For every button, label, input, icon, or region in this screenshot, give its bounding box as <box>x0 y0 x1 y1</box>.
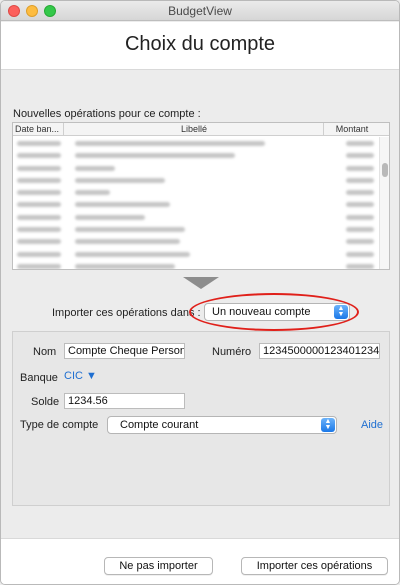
redacted-date <box>17 251 61 257</box>
redacted-label <box>75 165 115 171</box>
account-name-label: Nom <box>33 346 57 358</box>
dialog-footer: Ne pas importer Importer ces opérations <box>1 538 399 584</box>
column-divider <box>63 123 64 136</box>
help-link[interactable]: Aide <box>361 419 383 431</box>
account-number-field[interactable]: 123450000012340123401 <box>259 343 380 359</box>
redacted-label <box>75 190 110 196</box>
triangle-down-icon: ▼ <box>86 370 97 382</box>
redacted-amount <box>346 190 374 196</box>
table-row[interactable] <box>13 174 380 186</box>
updown-chevron-icon: ▲ ▼ <box>321 418 335 432</box>
account-type-value: Compte courant <box>120 419 199 431</box>
import-operations-button[interactable]: Importer ces opérations <box>241 557 388 575</box>
redacted-amount <box>346 214 374 220</box>
column-divider <box>323 123 324 136</box>
column-header-date[interactable]: Date ban... <box>15 124 63 134</box>
table-row[interactable] <box>13 211 380 223</box>
table-row[interactable] <box>13 186 380 198</box>
import-target-label: Importer ces opérations dans : <box>52 307 201 319</box>
redacted-amount <box>346 239 374 245</box>
redacted-date <box>17 263 61 269</box>
balance-field[interactable]: 1234.56 <box>64 393 185 409</box>
redacted-date <box>17 141 61 146</box>
redacted-label <box>75 177 165 183</box>
redacted-amount <box>346 153 374 159</box>
redacted-date <box>17 190 61 196</box>
bank-selector[interactable]: CIC ▼ <box>64 370 97 382</box>
redacted-label <box>75 263 175 269</box>
window-title: BudgetView <box>168 4 232 18</box>
column-header-label[interactable]: Libellé <box>65 124 323 134</box>
operations-rows <box>13 137 380 269</box>
operations-table-header: Date ban... Libellé Montant <box>13 123 389 136</box>
redacted-label <box>75 153 235 159</box>
redacted-amount <box>346 202 374 208</box>
balance-label: Solde <box>31 396 60 408</box>
skip-import-button[interactable]: Ne pas importer <box>104 557 213 575</box>
budgetview-window: BudgetView Choix du compte Nouvelles opé… <box>0 0 400 585</box>
table-row[interactable] <box>13 248 380 260</box>
redacted-amount <box>346 141 374 146</box>
highlight-oval <box>189 293 359 331</box>
redacted-label <box>75 202 170 208</box>
redacted-amount <box>346 165 374 171</box>
account-details-panel: Nom Compte Cheque Personnel Numéro 12345… <box>12 331 390 506</box>
account-type-select[interactable]: Compte courant ▲ ▼ <box>107 416 337 434</box>
operations-label: Nouvelles opérations pour ce compte : <box>13 108 201 120</box>
redacted-label <box>75 239 180 245</box>
redacted-date <box>17 227 61 233</box>
table-row[interactable] <box>13 198 380 210</box>
table-row[interactable] <box>13 260 380 269</box>
table-row[interactable] <box>13 162 380 174</box>
redacted-date <box>17 165 61 171</box>
redacted-date <box>17 214 61 220</box>
redacted-amount <box>346 251 374 257</box>
operations-table[interactable]: Date ban... Libellé Montant <box>12 122 390 270</box>
redacted-date <box>17 153 61 159</box>
account-number-label: Numéro <box>212 346 252 358</box>
triangle-down-icon <box>183 277 219 289</box>
operations-scrollbar[interactable] <box>379 137 389 269</box>
table-row[interactable] <box>13 149 380 161</box>
table-row[interactable] <box>13 137 380 149</box>
table-row[interactable] <box>13 223 380 235</box>
bank-value: CIC <box>64 370 83 382</box>
table-row[interactable] <box>13 235 380 247</box>
dialog-header: Choix du compte <box>1 22 399 70</box>
account-type-label: Type de compte <box>20 419 99 431</box>
redacted-label <box>75 214 145 220</box>
page-title: Choix du compte <box>124 33 276 55</box>
bank-label: Banque <box>20 372 58 384</box>
redacted-amount <box>346 227 374 233</box>
redacted-date <box>17 239 61 245</box>
scrollbar-thumb[interactable] <box>382 163 388 177</box>
redacted-amount <box>346 177 374 183</box>
redacted-label <box>75 141 265 146</box>
redacted-date <box>17 177 61 183</box>
redacted-label <box>75 227 185 233</box>
redacted-label <box>75 251 190 257</box>
column-header-amount[interactable]: Montant <box>325 124 379 134</box>
redacted-amount <box>346 263 374 269</box>
account-name-field[interactable]: Compte Cheque Personnel <box>64 343 185 359</box>
redacted-date <box>17 202 61 208</box>
title-bar: BudgetView <box>1 1 399 21</box>
